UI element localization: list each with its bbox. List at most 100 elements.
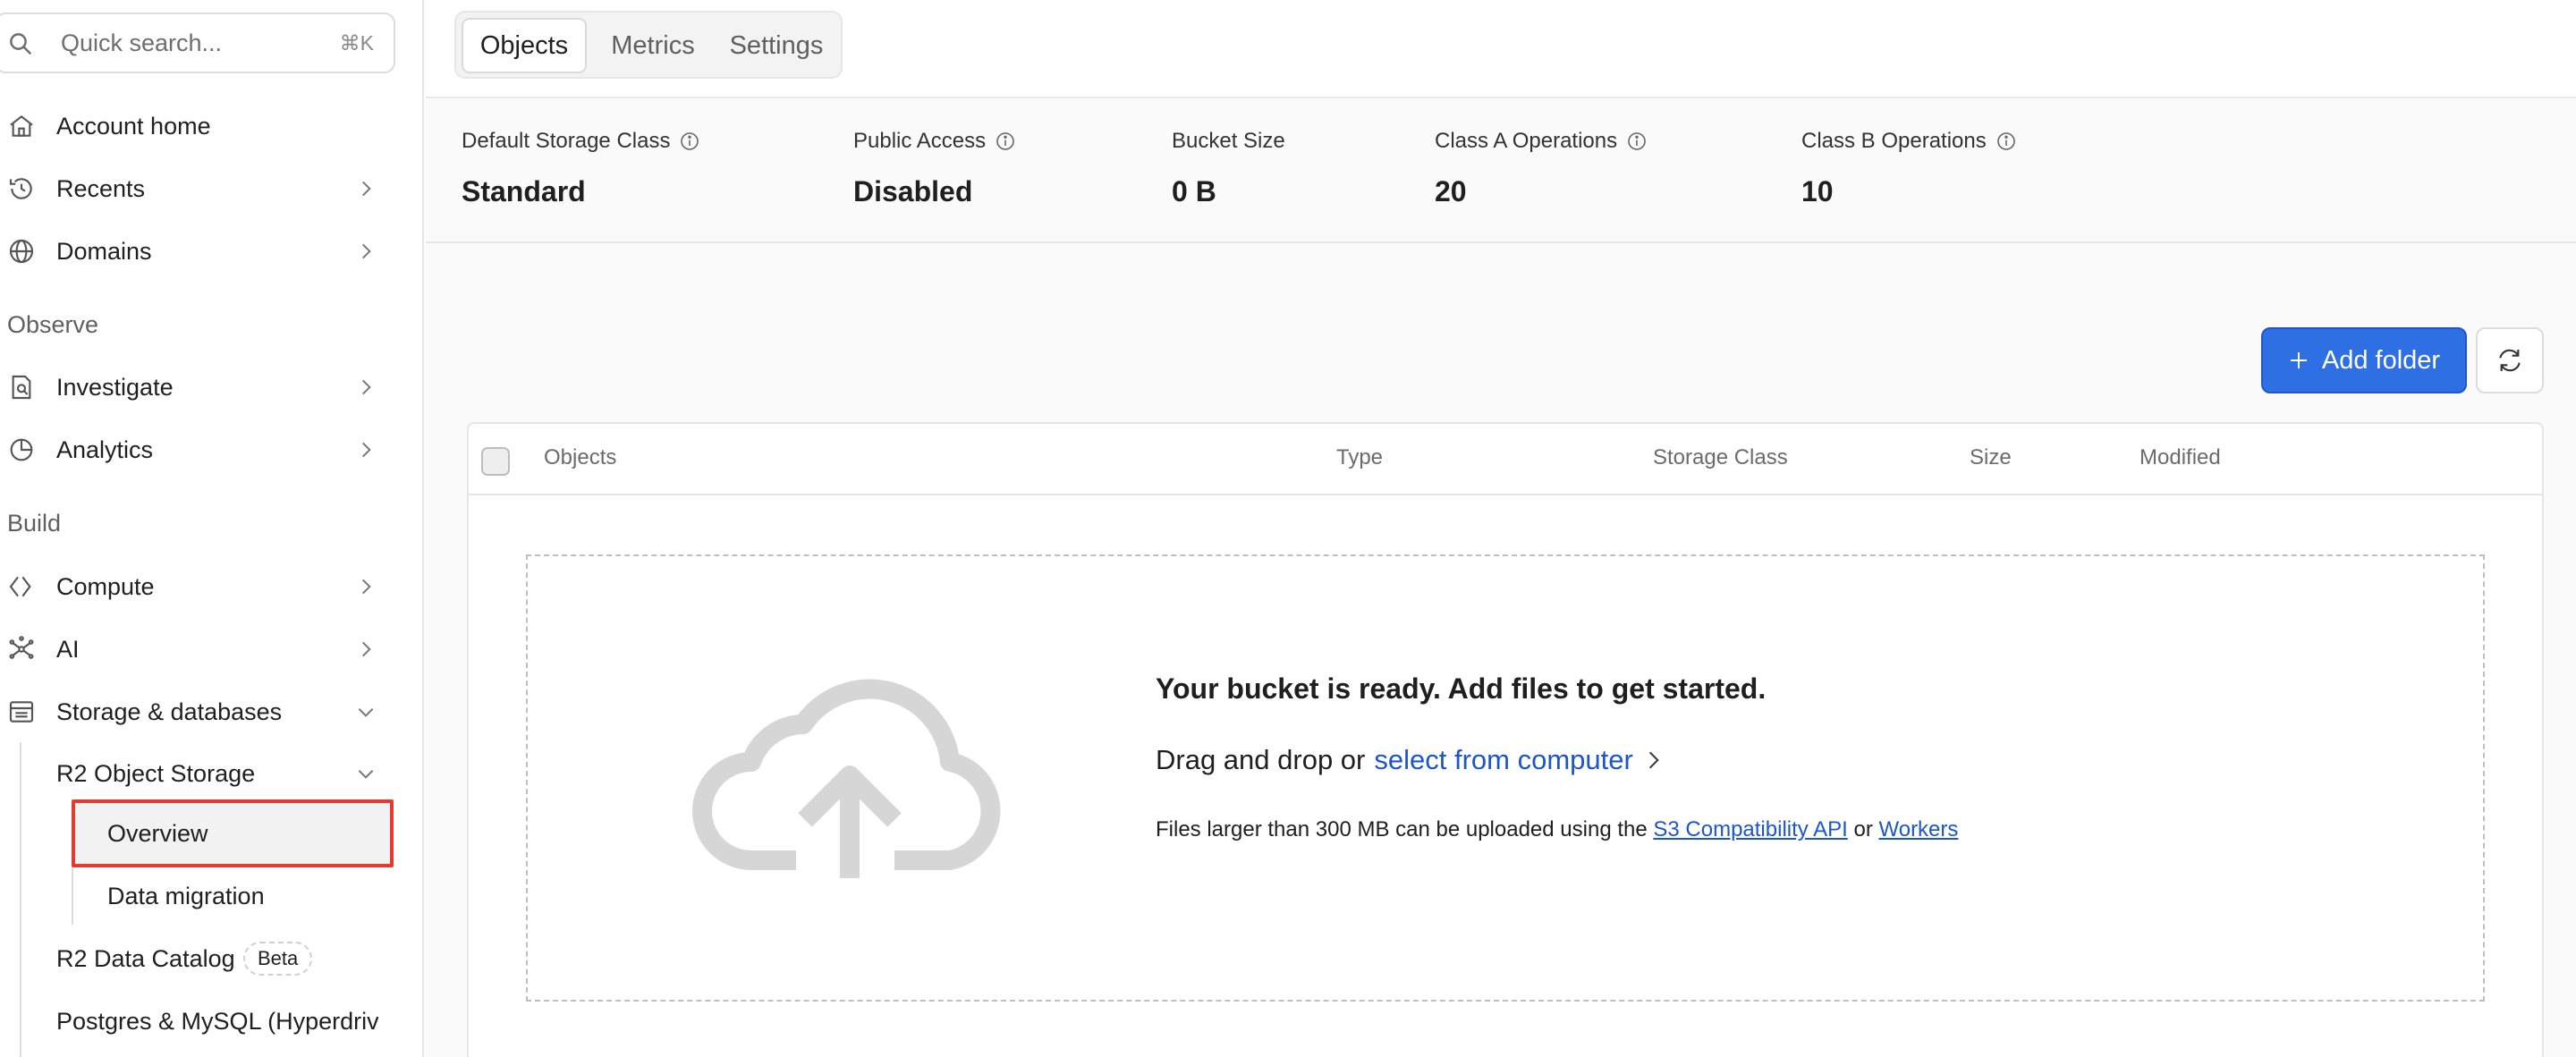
tab-settings[interactable]: Settings bbox=[716, 18, 837, 73]
note-prefix: Files larger than 300 MB can be uploaded… bbox=[1156, 817, 1648, 841]
objects-table: Objects Type Storage Class Size Modified… bbox=[467, 422, 2544, 1057]
objects-panel: Add folder Objects Type Storage Class Si… bbox=[426, 243, 2576, 1057]
chevron-right-icon bbox=[362, 641, 371, 657]
column-header-objects[interactable]: Objects bbox=[544, 445, 616, 470]
sidebar-item-label: R2 Object Storage bbox=[56, 759, 256, 787]
column-header-type[interactable]: Type bbox=[1336, 445, 1383, 470]
chevron-right-icon bbox=[362, 243, 371, 259]
upload-dropzone[interactable]: Your bucket is ready. Add files to get s… bbox=[526, 554, 2485, 1002]
sidebar-item-label: Investigate bbox=[56, 373, 174, 401]
select-from-computer-link[interactable]: select from computer bbox=[1374, 744, 1632, 776]
sidebar-item-label: Recents bbox=[56, 174, 146, 202]
ai-icon bbox=[9, 636, 34, 659]
tab-group: Objects Metrics Settings bbox=[454, 11, 843, 79]
stat-label: Bucket Size bbox=[1172, 129, 1285, 153]
sidebar-item-label: Account home bbox=[56, 112, 211, 140]
stat-value: 10 bbox=[1801, 175, 1834, 207]
refresh-button[interactable] bbox=[2476, 327, 2544, 393]
tab-metrics[interactable]: Metrics bbox=[592, 18, 714, 73]
sidebar-item-data-migration[interactable]: Data migration bbox=[107, 868, 265, 924]
home-icon bbox=[10, 114, 33, 137]
sidebar-item-r2-data-catalog[interactable]: R2 Data Catalog bbox=[56, 931, 235, 986]
plus-icon bbox=[2290, 352, 2307, 368]
info-icon[interactable] bbox=[1996, 131, 2017, 152]
s3-compatibility-api-link[interactable]: S3 Compatibility API bbox=[1653, 817, 1847, 841]
sidebar-item-domains[interactable]: Domains bbox=[0, 224, 394, 279]
stat-label: Class B Operations bbox=[1801, 129, 1987, 153]
info-icon[interactable] bbox=[1626, 131, 1648, 152]
sidebar-item-storage-databases[interactable]: Storage & databases bbox=[0, 684, 394, 740]
large-file-note: Files larger than 300 MB can be uploaded… bbox=[1156, 817, 1958, 842]
info-icon[interactable] bbox=[679, 131, 700, 152]
sidebar-item-ai[interactable]: AI bbox=[0, 622, 394, 677]
chevron-right-icon bbox=[362, 579, 371, 595]
sidebar-item-label: R2 Data Catalog bbox=[56, 944, 235, 972]
chevron-down-icon bbox=[358, 708, 374, 717]
sidebar-item-postgres-mysql[interactable]: Postgres & MySQL (Hyperdriv bbox=[56, 994, 378, 1049]
history-icon bbox=[9, 178, 32, 199]
compute-icon bbox=[9, 576, 31, 597]
add-folder-label: Add folder bbox=[2321, 345, 2441, 375]
note-or: or bbox=[1853, 817, 1873, 841]
stat-value: Disabled bbox=[853, 175, 973, 207]
sidebar-item-label: AI bbox=[56, 635, 80, 663]
stat-default-storage-class: Default Storage Class Standard bbox=[462, 129, 700, 208]
globe-icon bbox=[9, 239, 34, 264]
stat-public-access: Public Access Disabled bbox=[853, 129, 1016, 208]
section-label-observe: Observe bbox=[7, 311, 99, 338]
section-label-build: Build bbox=[7, 510, 62, 537]
drag-drop-text: Drag and drop or bbox=[1156, 744, 1366, 775]
search-shortcut: ⌘K bbox=[339, 30, 374, 55]
column-header-modified[interactable]: Modified bbox=[2140, 445, 2221, 470]
add-folder-button[interactable]: Add folder bbox=[2261, 327, 2467, 393]
cloud-upload-icon bbox=[692, 679, 1001, 878]
sidebar-item-analytics[interactable]: Analytics bbox=[0, 422, 394, 478]
sidebar-item-label: Storage & databases bbox=[56, 698, 283, 725]
stat-value: 0 B bbox=[1172, 175, 1216, 207]
chevron-right-icon bbox=[1648, 751, 1659, 769]
chevron-down-icon bbox=[358, 770, 374, 779]
sidebar-item-label: Domains bbox=[56, 237, 152, 265]
sidebar-item-r2-object-storage[interactable]: R2 Object Storage bbox=[0, 746, 394, 801]
sidebar-item-label: Data migration bbox=[107, 882, 265, 909]
drag-drop-line: Drag and drop or select from computer bbox=[1156, 744, 1665, 776]
sidebar-item-overview[interactable]: Overview bbox=[107, 806, 208, 861]
stat-value: 20 bbox=[1435, 175, 1467, 207]
chevron-right-icon bbox=[362, 442, 371, 458]
sidebar-item-label: Compute bbox=[56, 572, 155, 600]
stat-label: Class A Operations bbox=[1435, 129, 1618, 153]
sidebar-item-label: Analytics bbox=[56, 435, 154, 463]
select-all-checkbox[interactable] bbox=[481, 447, 510, 476]
analytics-icon bbox=[10, 438, 33, 461]
search-icon bbox=[10, 33, 32, 55]
sidebar-item-label: Overview bbox=[107, 819, 208, 847]
stat-class-a-operations: Class A Operations 20 bbox=[1435, 129, 1648, 208]
tab-objects[interactable]: Objects bbox=[462, 18, 587, 73]
chevron-right-icon bbox=[362, 181, 371, 197]
sidebar-item-account-home[interactable]: Account home bbox=[0, 98, 394, 154]
chevron-right-icon bbox=[362, 379, 371, 395]
tab-bar: Objects Metrics Settings bbox=[426, 0, 2576, 98]
sidebar: Quick search... ⌘K Account home Recents … bbox=[0, 0, 424, 1057]
stat-label: Public Access bbox=[853, 129, 987, 153]
search-input[interactable]: Quick search... ⌘K bbox=[0, 13, 395, 73]
sidebar-item-recents[interactable]: Recents bbox=[0, 161, 394, 216]
stat-class-b-operations: Class B Operations 10 bbox=[1801, 129, 2017, 208]
sidebar-item-label: Postgres & MySQL (Hyperdriv bbox=[56, 1007, 378, 1035]
stat-label: Default Storage Class bbox=[462, 129, 671, 153]
investigate-icon bbox=[12, 375, 31, 400]
column-header-size[interactable]: Size bbox=[1970, 445, 2012, 470]
sidebar-item-compute[interactable]: Compute bbox=[0, 559, 394, 614]
empty-state-title: Your bucket is ready. Add files to get s… bbox=[1156, 672, 1767, 705]
beta-badge: Beta bbox=[243, 942, 313, 976]
info-icon[interactable] bbox=[995, 131, 1016, 152]
bucket-stats: Default Storage Class Standard Public Ac… bbox=[426, 98, 2576, 243]
storage-icon bbox=[9, 701, 34, 723]
stat-value: Standard bbox=[462, 175, 586, 207]
refresh-icon bbox=[2499, 349, 2521, 372]
workers-link[interactable]: Workers bbox=[1879, 817, 1959, 841]
search-placeholder: Quick search... bbox=[61, 29, 223, 56]
sidebar-item-investigate[interactable]: Investigate bbox=[0, 359, 394, 415]
main-content: Objects Metrics Settings Default Storage… bbox=[426, 0, 2576, 1057]
column-header-storage-class[interactable]: Storage Class bbox=[1653, 445, 1788, 470]
